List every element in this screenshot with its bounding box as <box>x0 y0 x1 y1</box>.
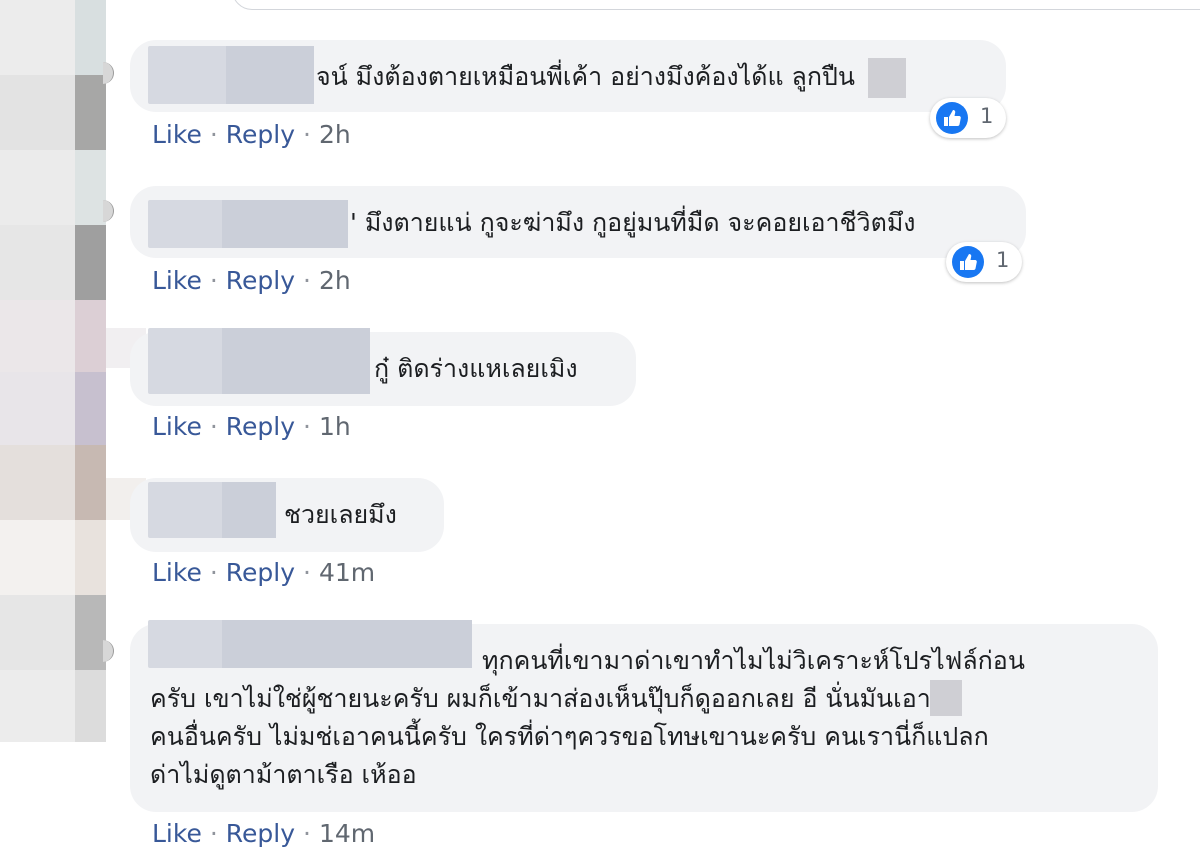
like-link[interactable]: Like <box>152 819 202 848</box>
like-link[interactable]: Like <box>152 412 202 441</box>
blurred-author-name[interactable] <box>148 328 370 394</box>
comment-text: ' มึงตายแน่ กูจะฆ่ามึง กูอยู่มนที่มืด จะ… <box>350 208 916 237</box>
redaction <box>930 680 962 716</box>
reply-input[interactable] <box>232 0 1200 10</box>
comment-bubble: กู๋ ติดร่างแหเลยเมิง <box>130 328 636 406</box>
redaction <box>868 58 906 98</box>
comment-text-line: ทุกคนที่เขามาด่าเขาทำไมไม่วิเคราะห์โปรไฟ… <box>482 646 1025 675</box>
comment-actions: Like · Reply · 14m <box>152 819 376 848</box>
reaction-count[interactable]: 1 <box>930 98 1006 138</box>
comment-text: จน์ มึงต้องตายเหมือนพี่เค้า อย่างมึงค้อง… <box>316 62 855 91</box>
blurred-author-name[interactable] <box>148 200 348 248</box>
avatar[interactable] <box>103 62 114 84</box>
timestamp[interactable]: 41m <box>319 558 375 587</box>
timestamp[interactable]: 14m <box>319 819 375 848</box>
comment-actions: Like · Reply · 41m <box>152 558 376 587</box>
comment-thread: จน์ มึงต้องตายเหมือนพี่เค้า อย่างมึงค้อง… <box>0 0 1200 857</box>
like-link[interactable]: Like <box>152 120 202 149</box>
timestamp[interactable]: 2h <box>319 120 351 149</box>
comment-bubble: ' มึงตายแน่ กูจะฆ่ามึง กูอยู่มนที่มืด จะ… <box>130 186 1026 258</box>
comment-bubble: ทุกคนที่เขามาด่าเขาทำไมไม่วิเคราะห์โปรไฟ… <box>130 620 1158 812</box>
reply-link[interactable]: Reply <box>226 558 295 587</box>
blurred-author-name[interactable] <box>148 482 276 538</box>
comment-actions: Like · Reply · 1h <box>152 412 351 441</box>
blurred-author-name[interactable] <box>148 46 314 104</box>
comment-text: กู๋ ติดร่างแหเลยเมิง <box>374 354 578 383</box>
comment-bubble: จน์ มึงต้องตายเหมือนพี่เค้า อย่างมึงค้อง… <box>130 40 1006 112</box>
like-link[interactable]: Like <box>152 558 202 587</box>
comment-bubble: ชวยเลยมึง <box>130 478 444 552</box>
avatar[interactable] <box>103 200 114 222</box>
comment-text-line: ครับ เขาไม่ใช่ผู้ชายนะครับ ผมก็เข้ามาส่อ… <box>150 684 931 713</box>
reply-link[interactable]: Reply <box>226 819 295 848</box>
blurred-author-name[interactable] <box>148 620 472 668</box>
comment-text: ชวยเลยมึง <box>284 500 397 529</box>
comment-text-line: ด่าไม่ดูตาม้าตาเรือ เห้ออ <box>150 760 417 789</box>
timestamp[interactable]: 1h <box>319 412 351 441</box>
like-thumb-icon <box>952 246 984 278</box>
timestamp[interactable]: 2h <box>319 266 351 295</box>
comment-actions: Like · Reply · 2h <box>152 120 351 149</box>
blurred-avatar-column <box>0 0 106 857</box>
comment-text-line: คนอื่นครับ ไม่มช่เอาคนนี้ครับ ใครที่ด่าๆ… <box>150 722 989 751</box>
like-link[interactable]: Like <box>152 266 202 295</box>
reaction-number: 1 <box>996 248 1010 272</box>
like-thumb-icon <box>936 102 968 134</box>
reaction-count[interactable]: 1 <box>946 242 1022 282</box>
comment-actions: Like · Reply · 2h <box>152 266 351 295</box>
reply-link[interactable]: Reply <box>226 266 295 295</box>
avatar[interactable] <box>103 640 114 662</box>
reply-link[interactable]: Reply <box>226 120 295 149</box>
reply-link[interactable]: Reply <box>226 412 295 441</box>
reaction-number: 1 <box>980 104 994 128</box>
